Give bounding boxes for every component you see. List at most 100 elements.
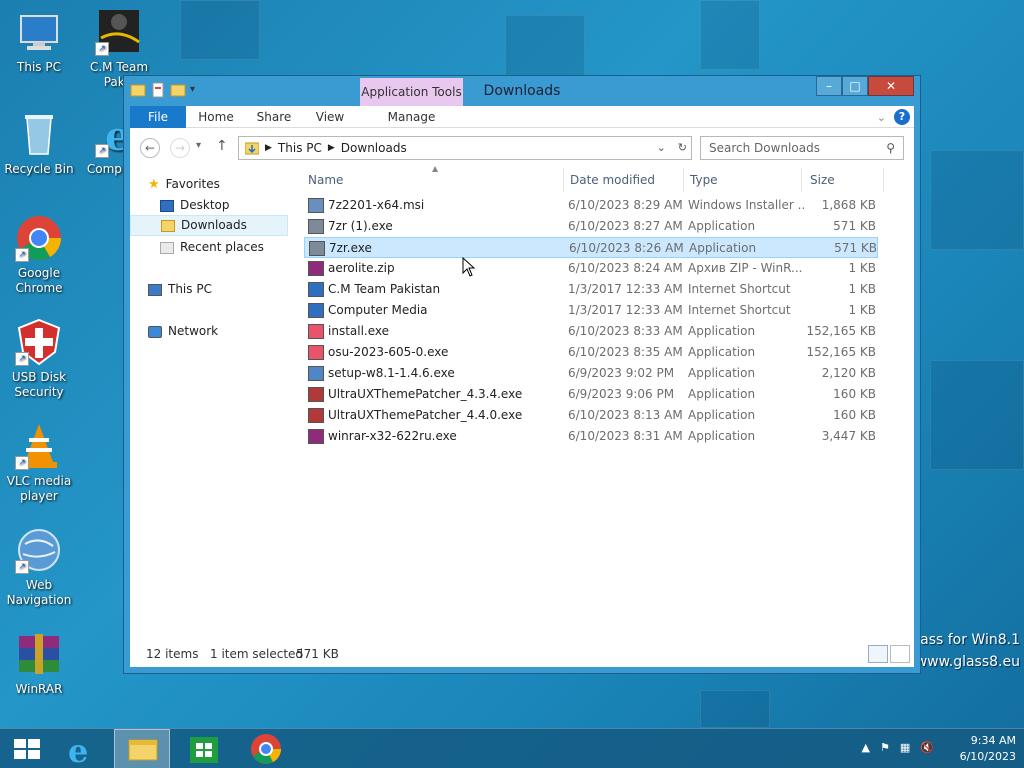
details-view-button[interactable]: [868, 645, 888, 663]
minimize-button[interactable]: –: [816, 76, 842, 96]
tab-manage[interactable]: Manage: [360, 106, 463, 128]
desktop-icon-winrar[interactable]: WinRAR: [0, 630, 78, 697]
file-type-icon: [308, 366, 324, 381]
tab-file[interactable]: File: [130, 106, 186, 128]
breadcrumb-this-pc[interactable]: This PC: [278, 141, 322, 155]
clock-time: 9:34 AM: [970, 734, 1016, 747]
back-button[interactable]: ←: [140, 138, 160, 158]
shield-icon: ↗: [15, 318, 63, 366]
file-date: 6/10/2023 8:13 AM: [568, 408, 683, 422]
volume-muted-icon[interactable]: 🔇: [920, 741, 934, 754]
file-row[interactable]: aerolite.zip 6/10/2023 8:24 AM Архив ZIP -…: [304, 258, 878, 279]
large-icons-view-button[interactable]: [890, 645, 910, 663]
maximize-button[interactable]: □: [842, 76, 868, 96]
nav-item-favorites[interactable]: ★ Favorites: [148, 174, 220, 195]
shortcut-arrow-icon: ↗: [15, 248, 29, 262]
search-icon[interactable]: ⚲: [886, 141, 895, 155]
status-bar: 12 items 1 item selected 571 KB: [130, 641, 914, 667]
file-name: 7z2201-x64.msi: [328, 198, 425, 212]
item-count: 12 items: [146, 647, 199, 661]
tab-view[interactable]: View: [306, 106, 354, 128]
help-icon[interactable]: ?: [894, 109, 910, 125]
desktop-icon-vlc[interactable]: ↗ VLC media player: [0, 422, 78, 504]
desktop-icon-web-navigation[interactable]: ↗ Web Navigation: [0, 526, 78, 608]
file-row[interactable]: Computer Media 1/3/2017 12:33 AM Internet …: [304, 300, 878, 321]
show-hidden-icons-chevron-icon[interactable]: ▲: [862, 741, 870, 754]
column-header-size[interactable]: Size: [804, 168, 884, 192]
tab-home[interactable]: Home: [192, 106, 240, 128]
nav-item-this-pc[interactable]: This PC: [148, 279, 212, 300]
network-status-icon[interactable]: ▦: [900, 741, 910, 754]
desktop-icon-chrome[interactable]: ↗ Google Chrome: [0, 214, 78, 296]
expand-ribbon-chevron-icon[interactable]: ⌄: [877, 111, 886, 124]
file-row[interactable]: 7zr (1).exe 6/10/2023 8:27 AM Application 5…: [304, 216, 878, 237]
navigation-pane: ★ Favorites Desktop Downloads Recent pla…: [130, 168, 288, 641]
search-input[interactable]: Search Downloads ⚲: [700, 136, 904, 160]
file-date: 6/10/2023 8:31 AM: [568, 429, 683, 443]
file-row[interactable]: setup-w8.1-1.4.6.exe 6/9/2023 9:02 PM Appl…: [304, 363, 878, 384]
address-bar-controls: ⌄ ↻: [657, 141, 687, 154]
column-header-date-modified[interactable]: Date modified: [564, 168, 684, 192]
background-tile: [700, 0, 760, 70]
desktop-icon-this-pc[interactable]: This PC: [0, 8, 78, 75]
file-type-icon: [308, 219, 324, 234]
refresh-icon[interactable]: ↻: [678, 141, 687, 154]
recycle-bin-icon: [15, 110, 63, 158]
recent-locations-chevron-icon[interactable]: ▾: [196, 140, 201, 151]
nav-item-downloads[interactable]: Downloads: [130, 215, 288, 236]
file-row[interactable]: UltraUXThemePatcher_4.4.0.exe 6/10/2023 8…: [304, 405, 878, 426]
file-row[interactable]: 7zr.exe 6/10/2023 8:26 AM Application 571 K…: [304, 237, 878, 258]
mouse-cursor-icon: [462, 256, 476, 280]
file-row[interactable]: 7z2201-x64.msi 6/10/2023 8:29 AM Windows I…: [304, 195, 878, 216]
file-list: ▲ Name Date modified Type Size 7z2201-x6…: [296, 164, 914, 641]
address-bar[interactable]: ▶ This PC ▶ Downloads ⌄ ↻: [238, 136, 692, 160]
winrar-books-icon: [15, 630, 63, 678]
file-row[interactable]: osu-2023-605-0.exe 6/10/2023 8:35 AM Appli…: [304, 342, 878, 363]
explorer-window[interactable]: ▾ Application Tools Downloads – □ ✕ File…: [123, 75, 921, 674]
column-header-type[interactable]: Type: [684, 168, 802, 192]
taskbar-file-explorer[interactable]: [114, 729, 170, 768]
action-center-flag-icon[interactable]: ⚑: [880, 741, 890, 754]
address-history-chevron-icon[interactable]: ⌄: [657, 141, 666, 154]
up-arrow-icon[interactable]: ↑: [216, 138, 228, 154]
breadcrumb-downloads[interactable]: Downloads: [341, 141, 407, 155]
navigation-bar: ← → ▾ ↑ ▶ This PC ▶ Downloads ⌄ ↻ Search…: [130, 128, 914, 164]
start-button[interactable]: [0, 729, 56, 768]
nav-item-network[interactable]: Network: [148, 321, 218, 342]
downloads-folder-icon: [161, 219, 175, 232]
file-explorer-icon: [128, 739, 158, 761]
background-tile: [180, 0, 260, 60]
close-button[interactable]: ✕: [868, 76, 914, 96]
shortcut-arrow-icon: ↗: [95, 144, 109, 158]
file-row[interactable]: install.exe 6/10/2023 8:33 AM Application 1…: [304, 321, 878, 342]
title-bar[interactable]: ▾ Application Tools Downloads – □ ✕: [124, 76, 920, 106]
desktop-icon-label: USB Disk Security: [11, 370, 67, 399]
file-row[interactable]: C.M Team Pakistan 1/3/2017 12:33 AM Intern…: [304, 279, 878, 300]
forward-button[interactable]: →: [170, 138, 190, 158]
file-type: Application: [688, 366, 756, 380]
desktop-icon: [160, 199, 174, 212]
column-header-name[interactable]: Name: [302, 168, 564, 192]
file-size: 152,165 KB: [806, 345, 876, 359]
file-date: 6/9/2023 9:06 PM: [568, 387, 675, 401]
file-name: setup-w8.1-1.4.6.exe: [328, 366, 455, 380]
file-row[interactable]: winrar-x32-622ru.exe 6/10/2023 8:31 AM App…: [304, 426, 878, 447]
nav-item-desktop[interactable]: Desktop: [160, 195, 230, 216]
file-type: Internet Shortcut: [688, 282, 791, 296]
nav-item-label: Downloads: [181, 218, 247, 232]
monitor-icon: [15, 8, 63, 56]
taskbar-clock[interactable]: 9:34 AM 6/10/2023: [960, 733, 1016, 765]
file-size: 160 KB: [833, 387, 876, 401]
taskbar-internet-explorer[interactable]: e: [54, 729, 110, 768]
taskbar-chrome[interactable]: [238, 729, 294, 768]
desktop-icon-usb-disk-security[interactable]: ↗ USB Disk Security: [0, 318, 78, 400]
desktop-icon-label: WinRAR: [15, 682, 63, 696]
star-icon: ★: [148, 177, 160, 192]
file-size: 571 KB: [833, 219, 876, 233]
desktop-icon-recycle-bin[interactable]: Recycle Bin: [0, 110, 78, 177]
tab-share[interactable]: Share: [250, 106, 298, 128]
file-size: 1,868 KB: [821, 198, 876, 212]
nav-item-recent-places[interactable]: Recent places: [160, 237, 264, 258]
taskbar-store[interactable]: [176, 729, 232, 768]
file-row[interactable]: UltraUXThemePatcher_4.3.4.exe 6/9/2023 9:…: [304, 384, 878, 405]
